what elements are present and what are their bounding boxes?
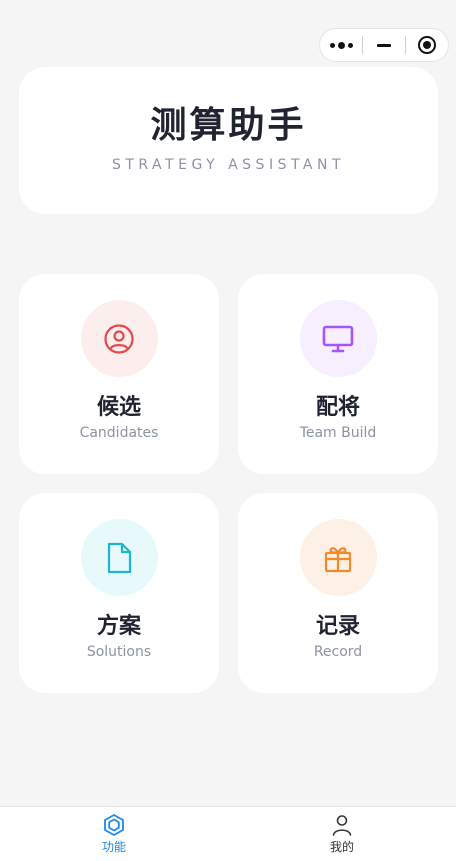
user-icon xyxy=(332,815,352,836)
card-icon-bg xyxy=(80,300,158,377)
bottom-tab-bar: 功能 我的 xyxy=(0,806,456,861)
target-icon xyxy=(418,36,436,54)
card-title: 记录 xyxy=(315,614,360,639)
card-title: 候选 xyxy=(96,395,141,420)
card-record[interactable]: 记录 Record xyxy=(238,493,438,693)
more-dots-icon xyxy=(329,41,353,49)
card-subtitle: Team Build xyxy=(299,425,377,441)
minus-icon xyxy=(377,43,391,47)
minimize-button[interactable] xyxy=(363,29,405,61)
card-subtitle: Solutions xyxy=(86,644,152,660)
document-icon xyxy=(107,542,132,573)
page-title: 测算助手 xyxy=(150,105,307,146)
tab-functions[interactable]: 功能 xyxy=(0,807,228,861)
card-icon-bg xyxy=(299,300,377,377)
gift-icon xyxy=(324,546,352,572)
card-title: 方案 xyxy=(96,614,141,639)
tab-mine[interactable]: 我的 xyxy=(228,807,456,861)
monitor-icon xyxy=(322,325,354,352)
more-button[interactable] xyxy=(320,29,362,61)
card-icon-bg xyxy=(80,519,158,596)
hero-banner: 测算助手 STRATEGY ASSISTANT xyxy=(19,67,438,214)
page-subtitle: STRATEGY ASSISTANT xyxy=(111,157,346,173)
tab-label: 功能 xyxy=(101,840,126,854)
tab-label: 我的 xyxy=(329,840,354,854)
close-button[interactable] xyxy=(406,29,448,61)
hexagon-icon xyxy=(104,814,124,836)
card-subtitle: Record xyxy=(313,644,363,660)
card-subtitle: Candidates xyxy=(79,425,159,441)
card-icon-bg xyxy=(299,519,377,596)
user-circle-icon xyxy=(104,323,134,354)
card-team-build[interactable]: 配将 Team Build xyxy=(238,274,438,474)
mini-program-capsule xyxy=(319,28,449,62)
card-candidates[interactable]: 候选 Candidates xyxy=(19,274,219,474)
card-title: 配将 xyxy=(315,395,360,420)
card-solutions[interactable]: 方案 Solutions xyxy=(19,493,219,693)
